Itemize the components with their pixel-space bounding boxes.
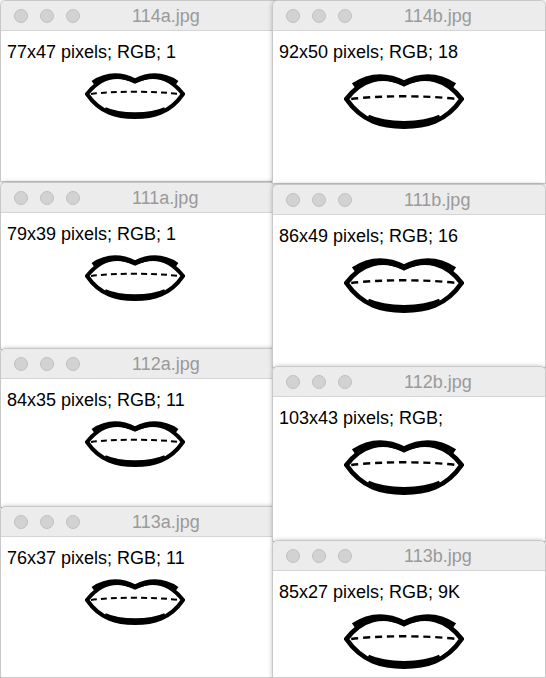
title-bar[interactable]: 111b.jpg: [273, 185, 545, 215]
image-window[interactable]: 113a.jpg 76x37 pixels; RGB; 11: [0, 506, 290, 678]
zoom-button[interactable]: [338, 549, 352, 563]
lips-image: [344, 609, 464, 669]
minimize-button[interactable]: [312, 375, 326, 389]
close-button[interactable]: [14, 191, 28, 205]
zoom-button[interactable]: [66, 191, 80, 205]
window-title: 112b.jpg: [404, 373, 472, 391]
zoom-button[interactable]: [66, 515, 80, 529]
title-bar[interactable]: 113b.jpg: [273, 541, 545, 571]
lips-image: [85, 417, 185, 467]
lips-image: [85, 69, 185, 119]
lips-image: [85, 575, 185, 625]
minimize-button[interactable]: [40, 515, 54, 529]
zoom-button[interactable]: [66, 9, 80, 23]
lips-image: [85, 251, 185, 301]
window-title: 111b.jpg: [404, 191, 470, 209]
window-title: 111a.jpg: [132, 189, 198, 207]
image-info: 84x35 pixels; RGB; 11: [1, 379, 289, 411]
title-bar[interactable]: 112b.jpg: [273, 367, 545, 397]
lips-image: [344, 435, 464, 495]
zoom-button[interactable]: [338, 9, 352, 23]
title-bar[interactable]: 112a.jpg: [1, 349, 289, 379]
close-button[interactable]: [286, 549, 300, 563]
image-canvas: [273, 247, 545, 367]
lips-image: [344, 69, 464, 129]
image-canvas: [273, 603, 545, 677]
close-button[interactable]: [286, 375, 300, 389]
image-window[interactable]: 112b.jpg 103x43 pixels; RGB;: [272, 366, 546, 542]
image-info: 86x49 pixels; RGB; 16: [273, 215, 545, 247]
zoom-button[interactable]: [338, 193, 352, 207]
image-window[interactable]: 111b.jpg 86x49 pixels; RGB; 16: [272, 184, 546, 368]
window-title: 112a.jpg: [132, 355, 200, 373]
image-info: 92x50 pixels; RGB; 18: [273, 31, 545, 63]
image-info: 79x39 pixels; RGB; 1: [1, 213, 289, 245]
zoom-button[interactable]: [338, 375, 352, 389]
zoom-button[interactable]: [66, 357, 80, 371]
image-canvas: [273, 63, 545, 183]
title-bar[interactable]: 114b.jpg: [273, 1, 545, 31]
image-info: 76x37 pixels; RGB; 11: [1, 537, 289, 569]
close-button[interactable]: [14, 515, 28, 529]
image-info: 85x27 pixels; RGB; 9K: [273, 571, 545, 603]
image-canvas: [1, 411, 289, 507]
minimize-button[interactable]: [40, 191, 54, 205]
image-window[interactable]: 114a.jpg 77x47 pixels; RGB; 1: [0, 0, 290, 182]
window-title: 113b.jpg: [404, 547, 472, 565]
close-button[interactable]: [14, 9, 28, 23]
minimize-button[interactable]: [312, 549, 326, 563]
image-window[interactable]: 113b.jpg 85x27 pixels; RGB; 9K: [272, 540, 546, 678]
image-canvas: [1, 63, 289, 181]
title-bar[interactable]: 114a.jpg: [1, 1, 289, 31]
window-title: 114a.jpg: [132, 7, 200, 25]
close-button[interactable]: [14, 357, 28, 371]
title-bar[interactable]: 111a.jpg: [1, 183, 289, 213]
image-canvas: [273, 429, 545, 541]
image-info: 103x43 pixels; RGB;: [273, 397, 545, 429]
desktop: 114a.jpg 77x47 pixels; RGB; 1 114b.jpg 92x5…: [0, 0, 546, 678]
image-canvas: [1, 245, 289, 349]
window-title: 114b.jpg: [404, 7, 472, 25]
title-bar[interactable]: 113a.jpg: [1, 507, 289, 537]
minimize-button[interactable]: [40, 357, 54, 371]
image-window[interactable]: 112a.jpg 84x35 pixels; RGB; 11: [0, 348, 290, 508]
lips-image: [344, 253, 464, 313]
close-button[interactable]: [286, 9, 300, 23]
image-window[interactable]: 111a.jpg 79x39 pixels; RGB; 1: [0, 182, 290, 350]
minimize-button[interactable]: [312, 193, 326, 207]
image-info: 77x47 pixels; RGB; 1: [1, 31, 289, 63]
window-title: 113a.jpg: [132, 513, 200, 531]
minimize-button[interactable]: [312, 9, 326, 23]
image-canvas: [1, 569, 289, 677]
close-button[interactable]: [286, 193, 300, 207]
minimize-button[interactable]: [40, 9, 54, 23]
image-window[interactable]: 114b.jpg 92x50 pixels; RGB; 18: [272, 0, 546, 184]
